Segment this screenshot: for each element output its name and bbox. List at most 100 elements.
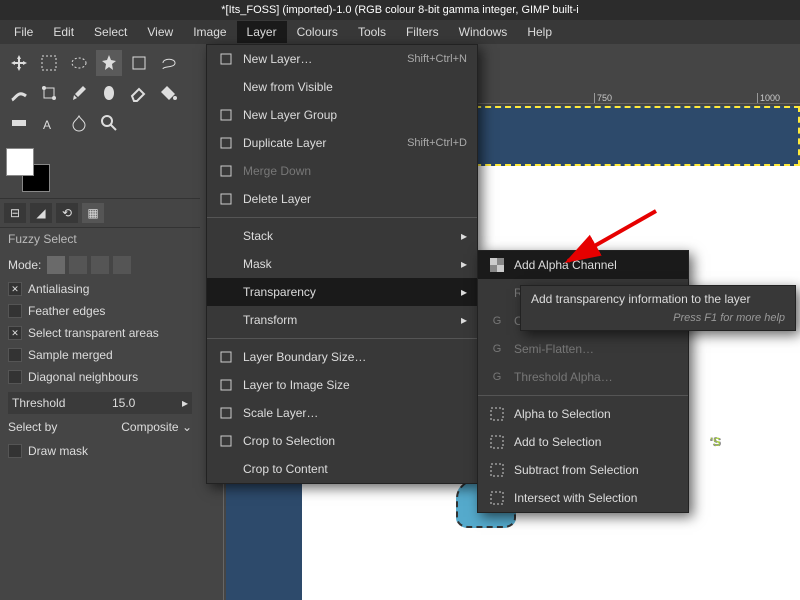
- layer-item-duplicate-layer[interactable]: Duplicate LayerShift+Ctrl+D: [207, 129, 477, 157]
- layer-separator: [207, 217, 477, 218]
- drawmask-row[interactable]: Draw mask: [8, 440, 192, 462]
- ruler-tick: 1000: [757, 93, 780, 103]
- antialiasing-label: Antialiasing: [28, 282, 89, 296]
- tab-tool[interactable]: ◢: [30, 203, 52, 223]
- mode-icons: [47, 256, 131, 274]
- free-select-tool[interactable]: [156, 50, 182, 76]
- tab-undo[interactable]: ⟲: [56, 203, 78, 223]
- trans-item-intersect-with-selection[interactable]: Intersect with Selection: [478, 484, 688, 512]
- menu-help[interactable]: Help: [517, 21, 562, 43]
- trans-item-alpha-to-selection[interactable]: Alpha to Selection: [478, 400, 688, 428]
- select-trans-row[interactable]: Select transparent areas: [8, 322, 192, 344]
- layer-item-stack[interactable]: Stack▸: [207, 222, 477, 250]
- zoom-tool[interactable]: [96, 110, 122, 136]
- menu-icon: [217, 311, 235, 329]
- layer-item-transparency[interactable]: Transparency▸: [207, 278, 477, 306]
- transform-tool[interactable]: [36, 80, 62, 106]
- layer-item-scale-layer-[interactable]: Scale Layer…: [207, 399, 477, 427]
- select-trans-checkbox[interactable]: [8, 326, 22, 340]
- menu-file[interactable]: File: [4, 21, 43, 43]
- drawmask-checkbox[interactable]: [8, 444, 22, 458]
- diagonal-checkbox[interactable]: [8, 370, 22, 384]
- trans-item-add-to-selection[interactable]: Add to Selection: [478, 428, 688, 456]
- menu-edit[interactable]: Edit: [43, 21, 84, 43]
- menu-label: Threshold Alpha…: [514, 370, 678, 384]
- feather-checkbox[interactable]: [8, 304, 22, 318]
- menu-windows[interactable]: Windows: [449, 21, 518, 43]
- svg-text:A: A: [43, 118, 51, 132]
- layer-item-new-from-visible[interactable]: New from Visible: [207, 73, 477, 101]
- menu-layer[interactable]: Layer: [237, 21, 287, 43]
- paintbrush-tool[interactable]: [66, 80, 92, 106]
- rect-select-tool[interactable]: [36, 50, 62, 76]
- menu-label: Merge Down: [243, 164, 467, 178]
- layer-item-layer-to-image-size[interactable]: Layer to Image Size: [207, 371, 477, 399]
- threshold-spinner[interactable]: ▸: [182, 396, 188, 410]
- sample-merged-row[interactable]: Sample merged: [8, 344, 192, 366]
- tab-device[interactable]: ⊟: [4, 203, 26, 223]
- layer-item-crop-to-selection[interactable]: Crop to Selection: [207, 427, 477, 455]
- mode-sub[interactable]: [91, 256, 109, 274]
- warp-tool[interactable]: [6, 80, 32, 106]
- annotation-arrow: [556, 206, 666, 276]
- tab-images[interactable]: ▦: [82, 203, 104, 223]
- fuzzy-select-tool[interactable]: [96, 50, 122, 76]
- feather-row[interactable]: Feather edges: [8, 300, 192, 322]
- menu-label: Delete Layer: [243, 192, 467, 206]
- threshold-label: Threshold: [12, 396, 65, 410]
- ellipse-select-tool[interactable]: [66, 50, 92, 76]
- tooltip-text: Add transparency information to the laye…: [531, 292, 785, 306]
- selectby-row[interactable]: Select by Composite ⌄: [8, 414, 192, 440]
- threshold-row[interactable]: Threshold 15.0 ▸: [8, 392, 192, 414]
- menu-shortcut: Shift+Ctrl+D: [407, 137, 467, 149]
- heal-tool[interactable]: [66, 110, 92, 136]
- text-tool[interactable]: A: [36, 110, 62, 136]
- diagonal-row[interactable]: Diagonal neighbours: [8, 366, 192, 388]
- menu-view[interactable]: View: [137, 21, 183, 43]
- crop-tool[interactable]: [126, 50, 152, 76]
- layer-item-layer-boundary-size-[interactable]: Layer Boundary Size…: [207, 343, 477, 371]
- tooltip: Add transparency information to the laye…: [520, 285, 796, 331]
- trans-separator: [478, 395, 688, 396]
- menu-icon: G: [488, 312, 506, 330]
- selectby-value[interactable]: Composite ⌄: [121, 420, 192, 434]
- menu-tools[interactable]: Tools: [348, 21, 396, 43]
- layer-separator: [207, 338, 477, 339]
- menu-filters[interactable]: Filters: [396, 21, 449, 43]
- antialiasing-checkbox[interactable]: [8, 282, 22, 296]
- layer-item-crop-to-content[interactable]: Crop to Content: [207, 455, 477, 483]
- mode-intersect[interactable]: [113, 256, 131, 274]
- mode-add[interactable]: [69, 256, 87, 274]
- menu-label: Mask: [243, 257, 461, 271]
- color-swatches[interactable]: [6, 148, 50, 192]
- sample-merged-label: Sample merged: [28, 348, 113, 362]
- mode-replace[interactable]: [47, 256, 65, 274]
- sample-merged-checkbox[interactable]: [8, 348, 22, 362]
- bucket-tool[interactable]: [156, 80, 182, 106]
- menu-select[interactable]: Select: [84, 21, 137, 43]
- gradient-tool[interactable]: [6, 110, 32, 136]
- layer-item-transform[interactable]: Transform▸: [207, 306, 477, 334]
- menu-image[interactable]: Image: [183, 21, 236, 43]
- menu-icon: [217, 162, 235, 180]
- smudge-tool[interactable]: [96, 80, 122, 106]
- threshold-value[interactable]: 15.0: [112, 396, 135, 410]
- menu-label: Intersect with Selection: [514, 491, 678, 505]
- layer-item-new-layer-group[interactable]: New Layer Group: [207, 101, 477, 129]
- menu-label: Transform: [243, 313, 461, 327]
- fg-swatch[interactable]: [6, 148, 34, 176]
- layer-item-mask[interactable]: Mask▸: [207, 250, 477, 278]
- toolbox: A ⊟ ◢ ⟲ ▦ Fuzzy Select Mode: Antialiasin…: [0, 44, 200, 466]
- trans-item-subtract-from-selection[interactable]: Subtract from Selection: [478, 456, 688, 484]
- layer-menu: New Layer…Shift+Ctrl+NNew from VisibleNe…: [206, 44, 478, 484]
- antialiasing-row[interactable]: Antialiasing: [8, 278, 192, 300]
- eraser-tool[interactable]: [126, 80, 152, 106]
- menu-label: Crop to Selection: [243, 434, 467, 448]
- layer-item-delete-layer[interactable]: Delete Layer: [207, 185, 477, 213]
- layer-item-new-layer-[interactable]: New Layer…Shift+Ctrl+N: [207, 45, 477, 73]
- menu-colours[interactable]: Colours: [287, 21, 348, 43]
- select-trans-label: Select transparent areas: [28, 326, 159, 340]
- menubar: FileEditSelectViewImageLayerColoursTools…: [0, 20, 800, 44]
- move-tool[interactable]: [6, 50, 32, 76]
- menu-icon: [217, 255, 235, 273]
